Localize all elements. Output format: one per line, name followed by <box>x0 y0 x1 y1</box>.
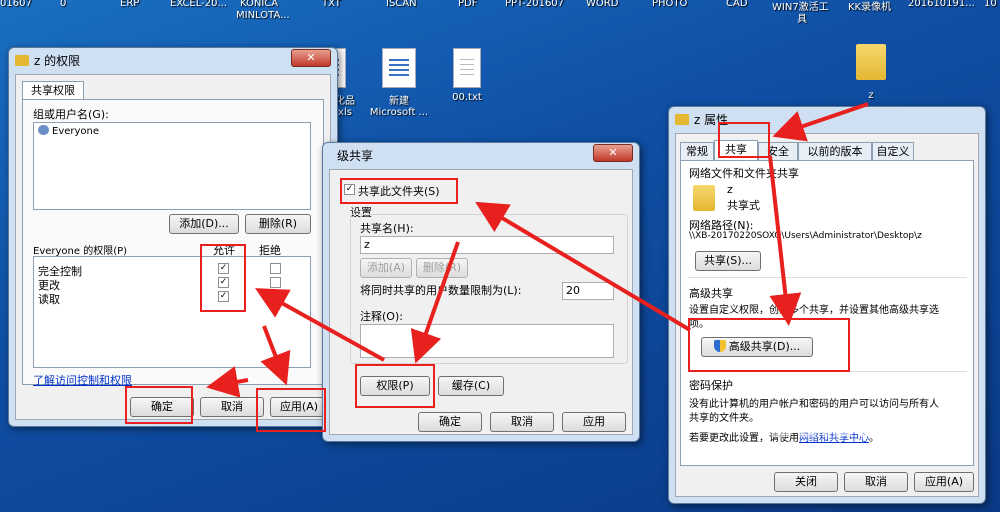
desktop-icon-label[interactable]: KONICA <box>240 0 278 9</box>
annotation-box-allow <box>200 244 246 312</box>
share-button[interactable]: 共享(S)... <box>695 251 761 271</box>
annotation-box-ok <box>125 386 193 424</box>
password-protection-heading: 密码保护 <box>689 379 733 392</box>
desktop-icon-label[interactable]: 01607 <box>0 0 32 9</box>
annotation-box-apply <box>256 388 326 432</box>
desktop-icon-label[interactable]: 201610191... <box>908 0 975 9</box>
ok-button[interactable]: 确定 <box>418 412 482 432</box>
desktop-icon-label: 新建 <box>389 96 409 107</box>
tab-previous-versions[interactable]: 以前的版本 <box>798 142 872 160</box>
divider <box>687 277 967 278</box>
network-sharing-heading: 网络文件和文件夹共享 <box>689 167 799 180</box>
deny-checkbox[interactable] <box>270 277 281 288</box>
desktop-icon-label: z <box>868 90 874 101</box>
group-label: 组或用户名(G): <box>33 108 109 121</box>
title-bar[interactable]: 级共享 <box>323 143 639 167</box>
list-item[interactable]: Everyone <box>38 125 99 137</box>
desktop-icon-label[interactable]: PPT-201607 <box>505 0 564 9</box>
text-file-icon <box>453 48 481 88</box>
network-path-value: \\XB-20170220SOXO\Users\Administrator\De… <box>689 231 922 241</box>
annotation-box-share-folder <box>340 178 458 204</box>
comment-field[interactable] <box>360 324 614 358</box>
comment-label: 注释(O): <box>360 310 403 323</box>
remove-button[interactable]: 删除(R) <box>245 214 311 234</box>
folder-icon <box>675 113 689 125</box>
permission-name: 读取 <box>38 293 60 306</box>
desktop-icon-label: Microsoft ... <box>369 107 429 118</box>
cancel-button[interactable]: 取消 <box>200 397 264 417</box>
folder-icon <box>15 54 29 66</box>
desktop-icon-word-doc[interactable]: 新建 Microsoft ... <box>364 48 434 118</box>
word-file-icon <box>382 48 416 88</box>
learn-access-control-link[interactable]: 了解访问控制和权限 <box>33 372 132 388</box>
desktop-icon-label[interactable]: TXT <box>322 0 341 9</box>
dialog-title: z 的权限 <box>34 53 81 68</box>
desktop-icon-label[interactable]: ERP <box>120 0 139 9</box>
desktop-top-row: 01607 0 ERP EXCEL-20... KONICA MINLOTA..… <box>0 0 1000 25</box>
deny-checkbox[interactable] <box>270 291 281 302</box>
annotation-box-permissions <box>355 364 435 408</box>
apply-button[interactable]: 应用 <box>562 412 626 432</box>
annotation-box-sharing-tab <box>718 122 770 158</box>
desktop-icon-label[interactable]: PDF <box>458 0 477 9</box>
user-name: Everyone <box>52 126 100 137</box>
user-list[interactable]: Everyone <box>33 122 311 210</box>
add-button[interactable]: 添加(A) <box>360 258 412 278</box>
tab-panel: 组或用户名(G): Everyone 添加(D)... 删除(R) Everyo… <box>22 99 324 388</box>
user-limit-stepper[interactable]: 20 <box>562 282 614 300</box>
desktop-icon-label[interactable]: KK录像机 <box>848 0 891 13</box>
watermark-url: jingyan.baidu.com <box>766 440 933 461</box>
dialog-title: 级共享 <box>337 148 374 163</box>
permissions-dialog: z 的权限 ✕ 共享权限 组或用户名(G): Everyone 添加(D)...… <box>8 47 338 427</box>
advanced-sharing-heading: 高级共享 <box>689 287 733 300</box>
users-icon <box>38 125 49 135</box>
desktop-icon-label[interactable]: 10 <box>984 0 997 9</box>
folder-icon <box>856 44 886 80</box>
tab-share-permissions[interactable]: 共享权限 <box>22 81 84 101</box>
apply-button[interactable]: 应用(A) <box>914 472 974 492</box>
desktop-icon-label[interactable]: CAD <box>726 0 748 9</box>
desktop-icon-label[interactable]: EXCEL-20... <box>170 0 227 9</box>
desktop-icon-label[interactable]: WORD <box>586 0 618 9</box>
cancel-button[interactable]: 取消 <box>490 412 554 432</box>
title-bar[interactable]: z 的权限 <box>9 48 337 72</box>
permissions-list: 完全控制 ✓ 更改 ✓ 读取 ✓ <box>33 256 311 368</box>
share-status: 共享式 <box>727 199 760 212</box>
caching-button[interactable]: 缓存(C) <box>438 376 504 396</box>
tab-general[interactable]: 常规 <box>680 142 714 160</box>
tab-customize[interactable]: 自定义 <box>872 142 914 160</box>
folder-name: z <box>727 183 733 196</box>
share-name-label: 共享名(H): <box>360 222 414 235</box>
desktop-icon-label[interactable]: PHOTO <box>652 0 687 9</box>
deny-checkbox[interactable] <box>270 263 281 274</box>
desktop-icon-label[interactable]: 具 <box>797 10 807 25</box>
dialog-body: 共享权限 组或用户名(G): Everyone 添加(D)... 删除(R) E… <box>15 74 331 420</box>
close-button[interactable]: ✕ <box>291 49 331 67</box>
close-button[interactable]: 关闭 <box>774 472 838 492</box>
desktop-icon-txt[interactable]: 00.txt <box>432 48 502 103</box>
close-button[interactable]: ✕ <box>593 144 633 162</box>
password-desc: 共享的文件夹。 <box>689 413 759 424</box>
permissions-header: Everyone 的权限(P) <box>33 246 128 257</box>
user-limit-label: 将同时共享的用户数量限制为(L): <box>360 284 522 297</box>
share-name-field[interactable]: z <box>360 236 614 254</box>
desktop-icon-folder-z[interactable]: z <box>836 44 906 101</box>
advanced-sharing-desc: 设置自定义权限，创建多个共享，并设置其他高级共享选 <box>689 305 939 316</box>
title-bar[interactable]: z 属性 <box>669 107 985 131</box>
add-button[interactable]: 添加(D)... <box>169 214 239 234</box>
annotation-box-advanced-button <box>688 318 850 372</box>
cancel-button[interactable]: 取消 <box>844 472 908 492</box>
desktop-icon-label[interactable]: ISCAN <box>386 0 417 9</box>
desktop-icon-label: 00.txt <box>452 92 482 103</box>
desktop-icon-label[interactable]: 0 <box>60 0 66 9</box>
desktop-icon-label[interactable]: MINLOTA... <box>236 10 290 21</box>
delete-button[interactable]: 删除(R) <box>416 258 468 278</box>
folder-icon <box>693 185 715 211</box>
